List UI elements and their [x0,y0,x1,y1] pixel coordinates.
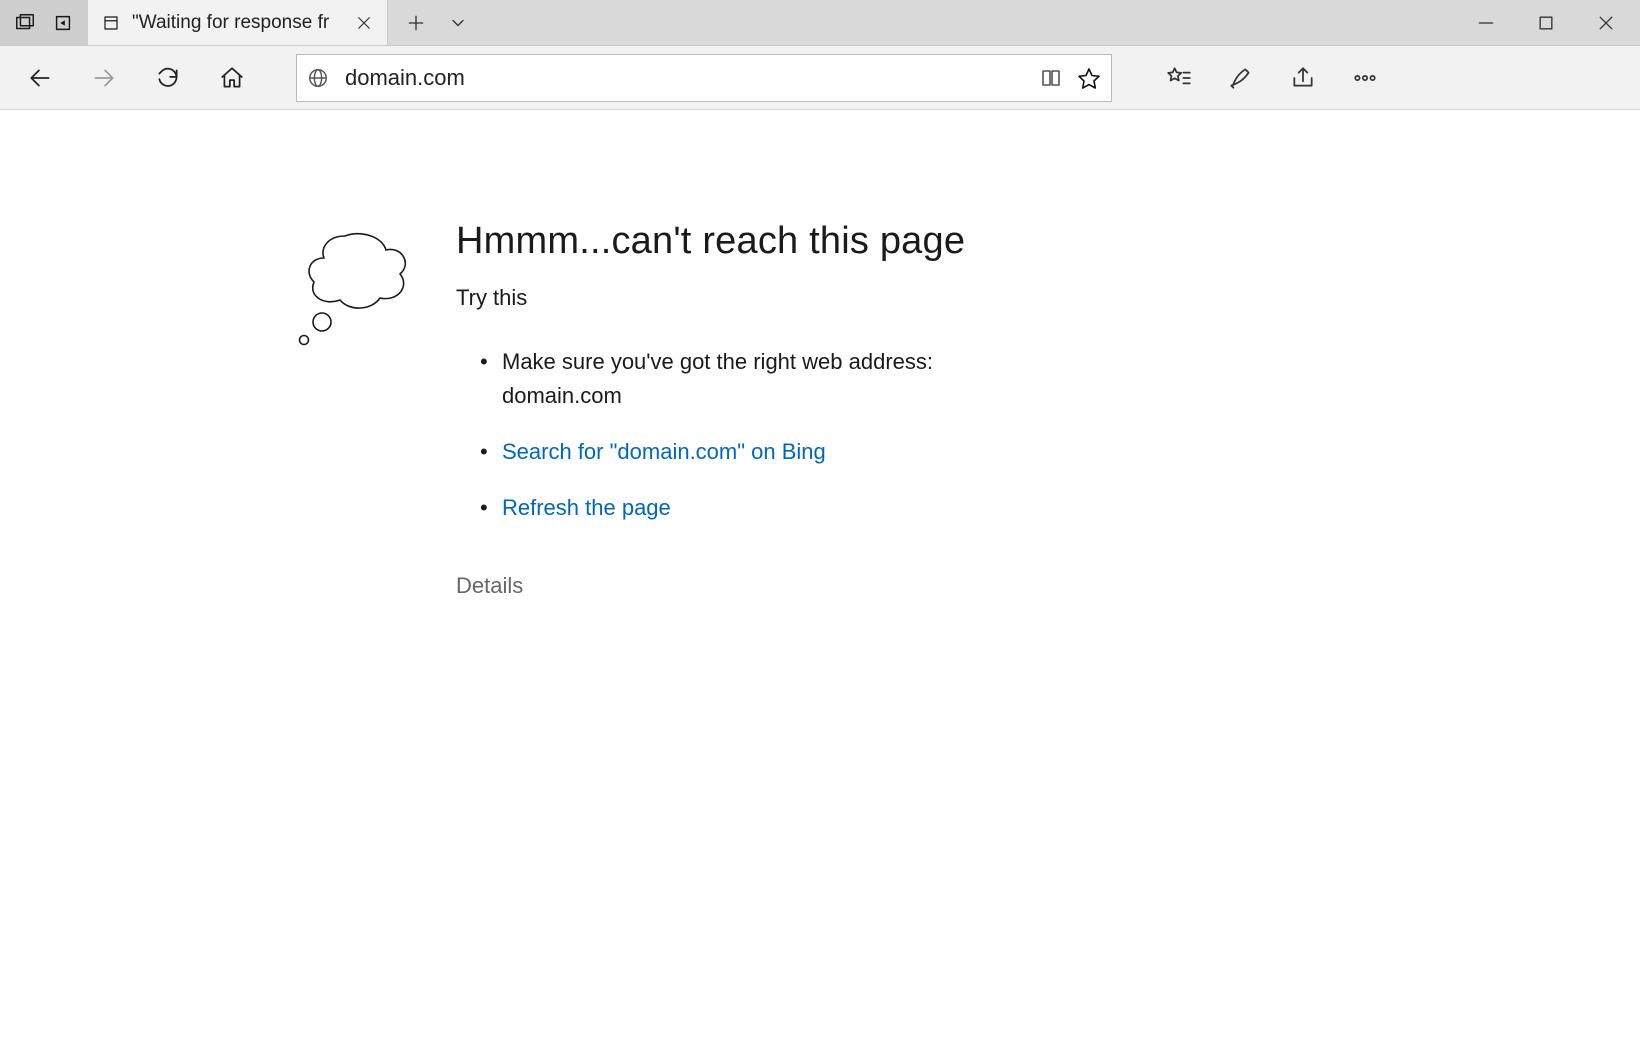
titlebar-left-icons [0,0,88,45]
toolbar-right [1166,65,1388,91]
address-bar[interactable] [296,54,1112,102]
share-icon[interactable] [1290,65,1316,91]
tab-title: "Waiting for response fr [132,12,343,34]
details-toggle[interactable]: Details [456,573,1016,599]
set-aside-tabs-icon[interactable] [52,12,74,34]
new-tab-icon[interactable] [406,13,426,33]
refresh-button[interactable] [138,48,198,108]
favorites-list-icon[interactable] [1166,65,1192,91]
error-subtitle: Try this [456,285,1016,311]
suggestion-refresh: Refresh the page [480,491,1016,525]
toolbar [0,46,1640,110]
refresh-page-link[interactable]: Refresh the page [502,495,671,520]
suggestion-search-bing: Search for "domain.com" on Bing [480,435,1016,469]
back-button[interactable] [10,48,70,108]
address-bar-container [296,54,1112,102]
page-icon [102,14,120,32]
tab-dropdown-icon[interactable] [448,13,468,33]
tab-strip-actions [388,0,486,45]
close-tab-icon[interactable] [355,14,373,32]
error-suggestions: Make sure you've got the right web addre… [456,345,1016,525]
close-window-icon[interactable] [1596,13,1616,33]
minimize-icon[interactable] [1476,13,1496,33]
reading-view-icon[interactable] [1039,66,1063,90]
error-text: Hmmm...can't reach this page Try this Ma… [456,220,1016,599]
suggestion-text: Make sure you've got the right web addre… [502,349,933,408]
thought-bubble-icon [290,220,420,354]
maximize-icon[interactable] [1536,13,1556,33]
more-icon[interactable] [1352,65,1378,91]
error-container: Hmmm...can't reach this page Try this Ma… [290,220,1640,599]
tab-actions-icon[interactable] [14,12,36,34]
suggestion-check-address: Make sure you've got the right web addre… [480,345,1016,413]
forward-button[interactable] [74,48,134,108]
globe-icon [307,67,329,89]
search-bing-link[interactable]: Search for "domain.com" on Bing [502,439,826,464]
window-controls [1452,0,1640,45]
url-input[interactable] [343,64,1025,92]
home-button[interactable] [202,48,262,108]
favorite-star-icon[interactable] [1077,66,1101,90]
notes-icon[interactable] [1228,65,1254,91]
page-content: Hmmm...can't reach this page Try this Ma… [0,110,1640,599]
error-title: Hmmm...can't reach this page [456,220,1016,263]
titlebar-spacer [486,0,1452,45]
titlebar: "Waiting for response fr [0,0,1640,46]
browser-tab[interactable]: "Waiting for response fr [88,0,388,45]
